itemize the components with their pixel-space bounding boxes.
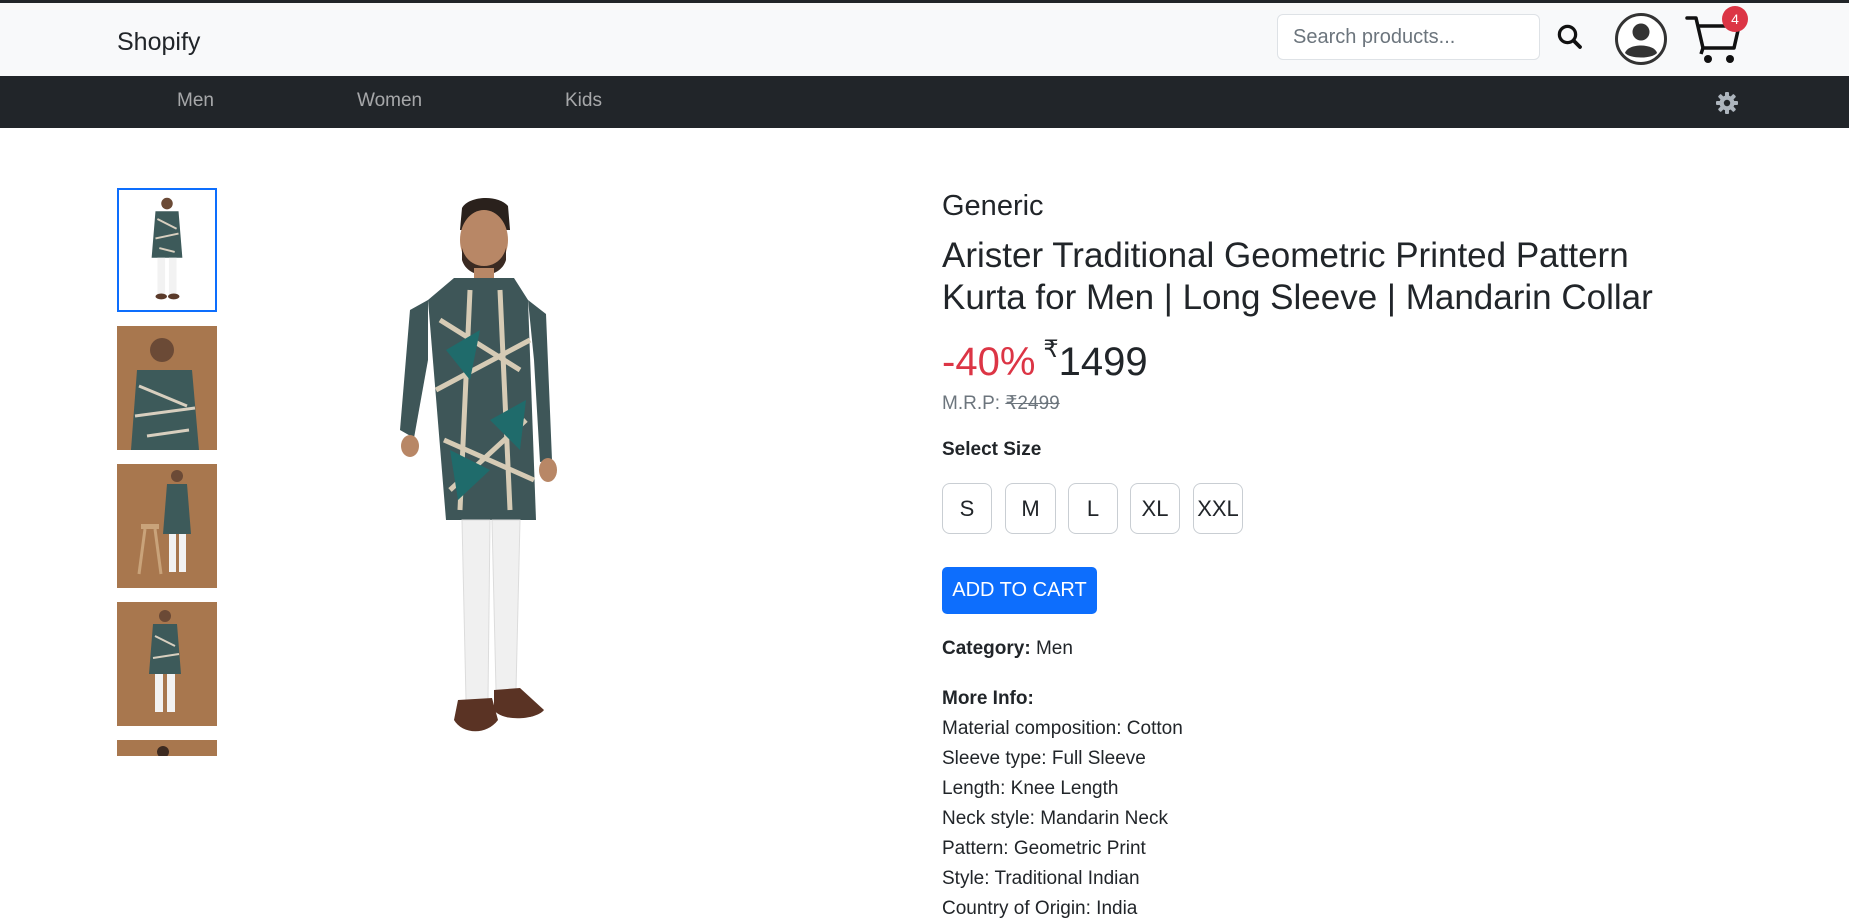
more-info-item: Neck style: Mandarin Neck [942,808,1168,829]
nav-item-men[interactable]: Men [177,90,214,112]
product-thumbnail-5[interactable] [117,740,217,756]
size-button-s[interactable]: S [942,483,992,534]
product-thumbnail-4[interactable] [117,602,217,726]
size-button-m[interactable]: M [1005,483,1056,534]
more-info-item: Material composition: Cotton [942,718,1183,739]
more-info-item: Length: Knee Length [942,778,1119,799]
product-main-image [350,190,610,750]
gear-icon[interactable] [1715,91,1739,115]
product-thumbnail-3[interactable] [117,464,217,588]
price-row: -40% ₹1499 [942,335,1148,385]
size-button-l[interactable]: L [1068,483,1118,534]
nav-item-women[interactable]: Women [357,90,422,112]
search-icon[interactable] [1555,22,1585,52]
more-info-item: Country of Origin: India [942,898,1138,918]
product-price: 1499 [1058,340,1148,384]
search-input[interactable] [1277,14,1540,60]
category-navbar: Men Women Kids [0,76,1849,128]
select-size-label: Select Size [942,439,1042,460]
user-circle-icon[interactable] [1614,12,1668,66]
nav-item-kids[interactable]: Kids [565,90,602,112]
mrp: M.R.P: ₹2499 [942,392,1060,415]
more-info-item: Pattern: Geometric Print [942,838,1146,859]
more-info-item: Sleeve type: Full Sleeve [942,748,1146,769]
mrp-value: ₹2499 [1005,393,1060,414]
product-title: Arister Traditional Geometric Printed Pa… [942,236,1653,317]
size-button-xl[interactable]: XL [1130,483,1180,534]
size-button-xxl[interactable]: XXL [1193,483,1243,534]
category-label: Category: [942,638,1031,659]
product-brand: Generic [942,190,1044,222]
discount-percent: -40% [942,340,1036,384]
category-value: Men [1035,638,1073,659]
more-info-item: Style: Traditional Indian [942,868,1140,889]
product-thumbnail-2[interactable] [117,326,217,450]
category-row: Category: Men [942,638,1073,660]
mrp-label: M.R.P: [942,393,1006,414]
cart-count-badge: 4 [1722,6,1748,32]
product-thumbnail-1[interactable] [117,188,217,312]
brand-logo[interactable]: Shopify [117,28,200,57]
add-to-cart-button[interactable]: ADD TO CART [942,567,1097,614]
more-info-label: More Info: [942,688,1034,709]
currency-symbol: ₹ [1043,336,1059,363]
